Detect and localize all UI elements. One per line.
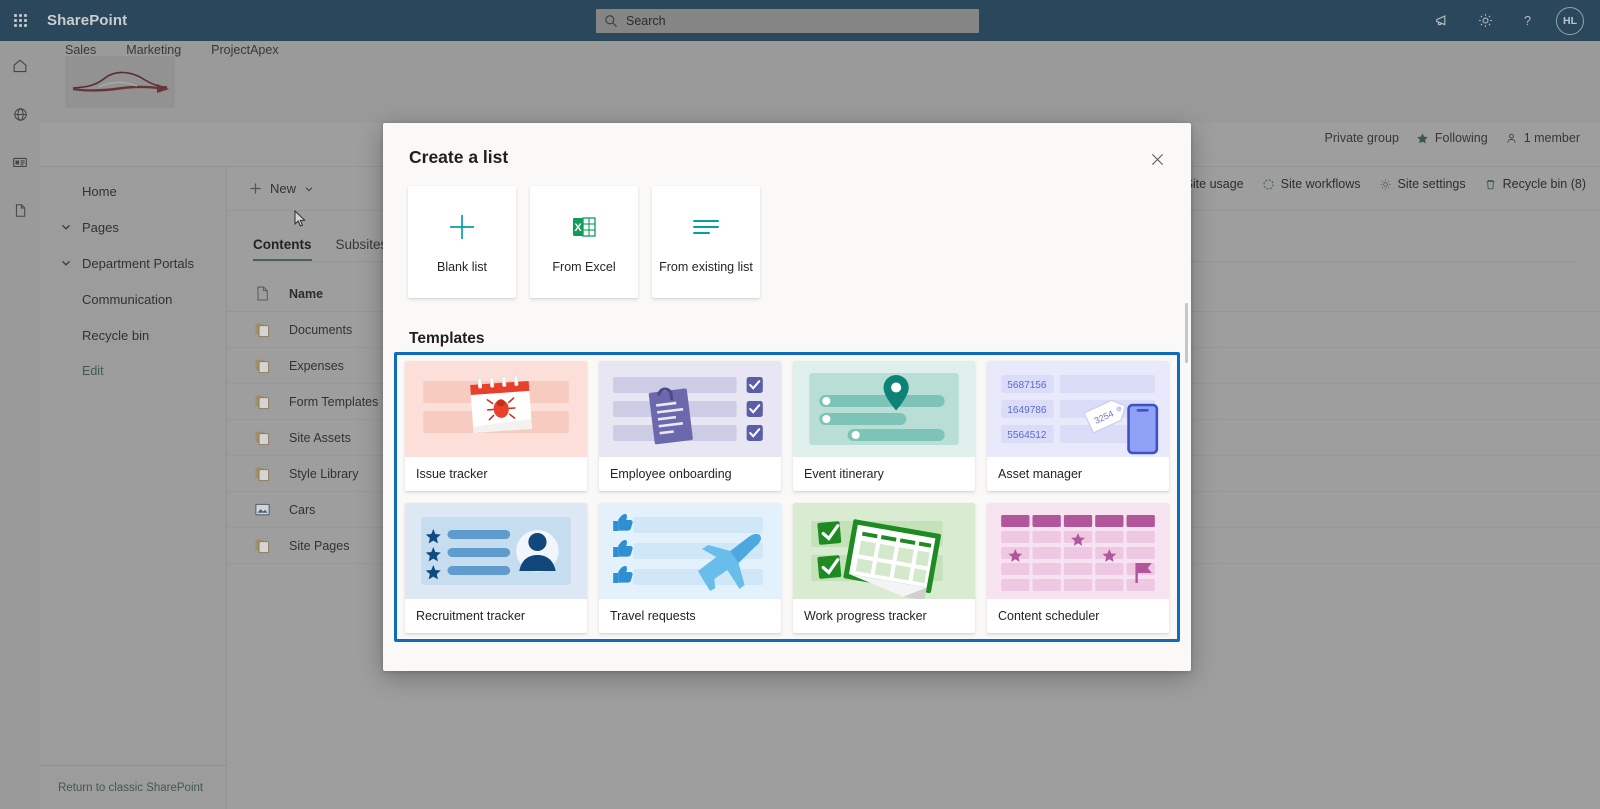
close-icon[interactable] (1141, 143, 1173, 175)
employee-onboarding-art (599, 361, 781, 457)
from-existing-list-option[interactable]: From existing list (652, 186, 760, 298)
template-card-recruitment-tracker[interactable]: Recruitment tracker (405, 503, 587, 633)
content-scheduler-art (987, 503, 1169, 599)
blank-list-option[interactable]: Blank list (408, 186, 516, 298)
template-card-travel-requests[interactable]: Travel requests (599, 503, 781, 633)
templates-grid-container[interactable]: Issue tracker Employee onboarding Event … (394, 352, 1180, 642)
excel-icon: X (570, 210, 598, 244)
template-label: Issue tracker (416, 467, 488, 481)
issue-tracker-art (405, 361, 587, 457)
option-label: Blank list (436, 260, 488, 274)
option-label: From Excel (552, 260, 616, 274)
templates-heading: Templates (409, 330, 485, 347)
template-label: Recruitment tracker (416, 609, 526, 623)
work-progress-tracker-art (793, 503, 975, 599)
event-itinerary-art (793, 361, 975, 457)
svg-text:X: X (574, 222, 582, 234)
dialog-scrollbar[interactable] (1185, 303, 1188, 363)
template-label: Travel requests (610, 609, 696, 623)
template-card-employee-onboarding[interactable]: Employee onboarding (599, 361, 781, 491)
create-list-dialog: Create a list Blank list X From Excel Fr… (383, 123, 1191, 671)
recruitment-tracker-art (405, 503, 587, 599)
asset-id-1: 5687156 (1007, 380, 1047, 391)
template-label: Event itinerary (804, 467, 884, 481)
screen: SharePoint Search ? HL Sales Marketing P… (0, 0, 1600, 809)
templates-grid: Issue tracker Employee onboarding Event … (405, 361, 1169, 633)
template-label: Asset manager (998, 467, 1083, 481)
template-card-event-itinerary[interactable]: Event itinerary (793, 361, 975, 491)
lines-icon (691, 210, 721, 244)
create-options: Blank list X From Excel From existing li… (408, 186, 760, 298)
template-card-content-scheduler[interactable]: Content scheduler (987, 503, 1169, 633)
template-label: Content scheduler (998, 609, 1100, 623)
template-label: Employee onboarding (610, 467, 732, 481)
travel-requests-art (599, 503, 781, 599)
template-card-work-progress-tracker[interactable]: Work progress tracker (793, 503, 975, 633)
template-card-issue-tracker[interactable]: Issue tracker (405, 361, 587, 491)
template-card-asset-manager[interactable]: 5687156 1649786 5564512 3254 Asset manag… (987, 361, 1169, 491)
option-label: From existing list (659, 260, 753, 274)
asset-id-2: 1649786 (1007, 405, 1047, 416)
template-label: Work progress tracker (804, 609, 927, 623)
asset-manager-art: 5687156 1649786 5564512 3254 (987, 361, 1169, 457)
dialog-title: Create a list (409, 147, 509, 167)
from-excel-option[interactable]: X From Excel (530, 186, 638, 298)
asset-id-3: 5564512 (1007, 430, 1047, 441)
plus-icon (447, 210, 477, 244)
